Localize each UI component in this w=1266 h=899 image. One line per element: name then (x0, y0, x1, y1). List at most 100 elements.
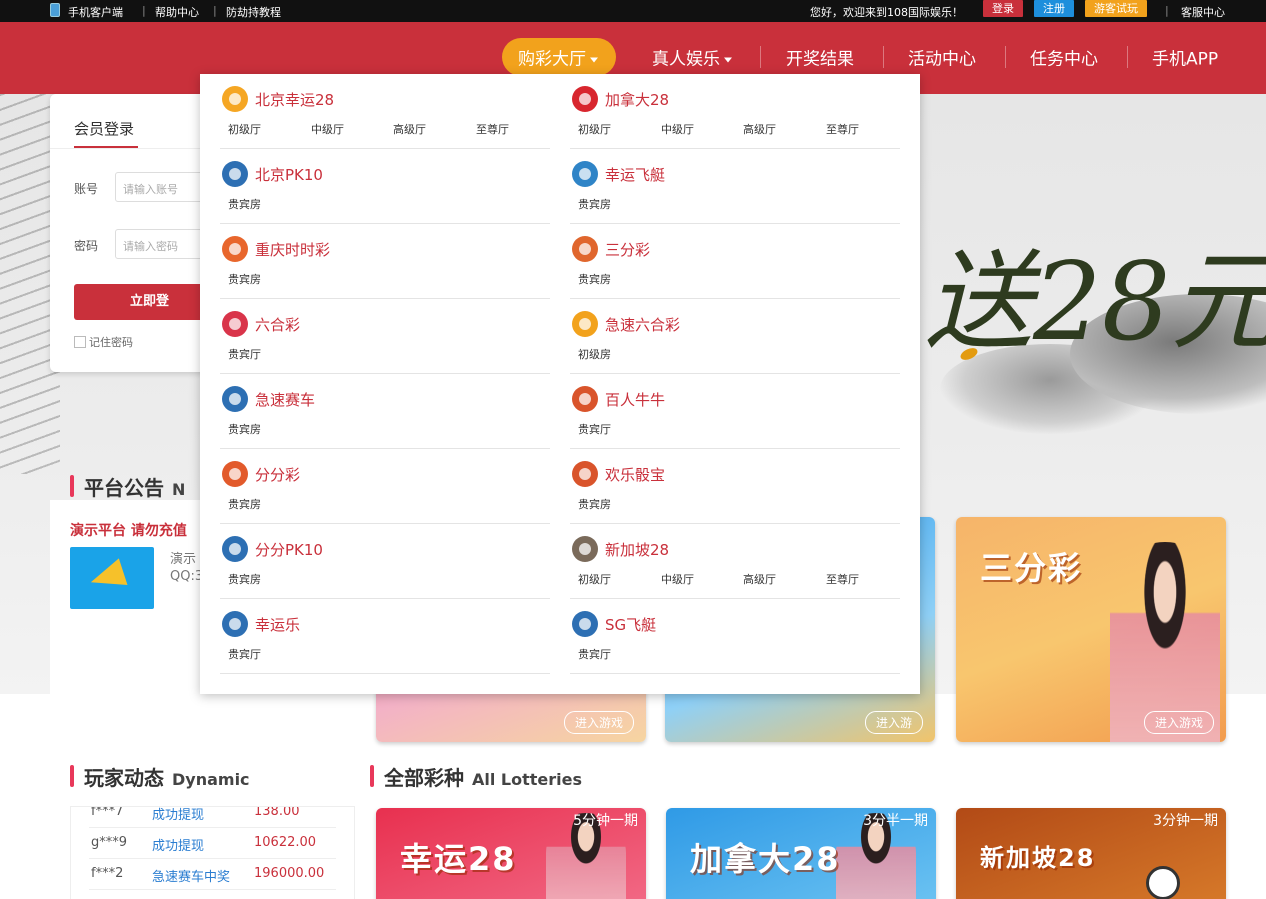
room-link[interactable]: 至尊厅 (476, 121, 509, 137)
room-link[interactable]: 贵宾厅 (228, 646, 261, 662)
nav-item-task-center[interactable]: 任务中心 (1030, 45, 1098, 70)
room-link[interactable]: 至尊厅 (826, 571, 859, 587)
room-link[interactable]: 贵宾房 (578, 196, 611, 212)
dropdown-game-item[interactable]: 六合彩贵宾厅 (220, 299, 550, 374)
dropdown-game-item[interactable]: 欢乐骰宝贵宾房 (570, 449, 900, 524)
dropdown-game-name[interactable]: 幸运飞艇 (605, 164, 665, 185)
canada-flag-icon (572, 86, 598, 112)
nav-item-draw-results[interactable]: 开奖结果 (786, 45, 854, 70)
section-marker (70, 765, 74, 787)
dropdown-game-item[interactable]: 三分彩贵宾房 (570, 224, 900, 299)
dropdown-game-name[interactable]: 重庆时时彩 (255, 239, 330, 260)
dropdown-game-item[interactable]: 北京PK10 贵宾房 (220, 149, 550, 224)
dropdown-game-item[interactable]: 幸运乐贵宾厅 (220, 599, 550, 674)
bull-icon (572, 386, 598, 412)
list-item: g***9 成功提现 10622.00 (71, 828, 354, 859)
dropdown-game-name[interactable]: 北京PK10 (255, 164, 323, 185)
separator: | (142, 4, 146, 17)
room-link[interactable]: 贵宾厅 (578, 421, 611, 437)
room-link[interactable]: 高级厅 (743, 571, 776, 587)
dropdown-game-item[interactable]: 分分PK10 贵宾房 (220, 524, 550, 599)
anti-hijack-link[interactable]: 防劫持教程 (226, 4, 281, 20)
room-link[interactable]: 初级厅 (228, 121, 261, 137)
room-link[interactable]: 贵宾房 (228, 421, 261, 437)
enter-game-button[interactable]: 进入游戏 (563, 711, 634, 734)
mobile-client-link[interactable]: 手机客户端 (68, 4, 123, 20)
login-button[interactable]: 登录 (983, 0, 1023, 17)
nav-item-activity-center[interactable]: 活动中心 (908, 45, 976, 70)
nav-item-mobile-app[interactable]: 手机APP (1152, 45, 1218, 70)
nav-divider (760, 46, 761, 68)
room-link[interactable]: 贵宾房 (228, 496, 261, 512)
room-link[interactable]: 中级厅 (661, 121, 694, 137)
dropdown-game-name[interactable]: 急速赛车 (255, 389, 315, 410)
dynamic-title: 玩家动态 Dynamic (84, 766, 250, 790)
checkbox[interactable] (74, 336, 86, 348)
dropdown-game-item[interactable]: 重庆时时彩贵宾房 (220, 224, 550, 299)
game-card-sanfencai[interactable]: 三分彩 进入游戏 (956, 517, 1226, 742)
dropdown-game-name[interactable]: 新加坡28 (605, 539, 669, 560)
dropdown-game-item[interactable]: 加拿大28 初级厅 中级厅 高级厅 至尊厅 (570, 74, 900, 149)
draw-period: 5分钟一期 (573, 813, 638, 829)
help-center-link[interactable]: 帮助中心 (155, 4, 199, 20)
nav-item-live-casino[interactable]: 真人娱乐 (652, 45, 732, 70)
room-link[interactable]: 初级厅 (578, 571, 611, 587)
dropdown-game-name[interactable]: 欢乐骰宝 (605, 464, 665, 485)
dropdown-game-item[interactable]: SG飞艇贵宾厅 (570, 599, 900, 674)
room-link[interactable]: 贵宾厅 (578, 646, 611, 662)
cartoon-icon (222, 86, 248, 112)
room-link[interactable]: 中级厅 (661, 571, 694, 587)
dropdown-game-name[interactable]: 六合彩 (255, 314, 300, 335)
notice-headline[interactable]: 演示平台 请勿充值 (70, 520, 187, 540)
dropdown-game-item[interactable]: 新加坡28 初级厅 中级厅 高级厅 至尊厅 (570, 524, 900, 599)
register-button[interactable]: 注册 (1034, 0, 1074, 17)
room-link[interactable]: 高级厅 (393, 121, 426, 137)
room-link[interactable]: 贵宾房 (228, 271, 261, 287)
dropdown-game-name[interactable]: SG飞艇 (605, 614, 656, 635)
dropdown-game-name[interactable]: 幸运乐 (255, 614, 300, 635)
room-link[interactable]: 初级房 (578, 346, 611, 362)
dropdown-game-item[interactable]: 幸运飞艇贵宾房 (570, 149, 900, 224)
lotteries-title: 全部彩种 All Lotteries (384, 766, 583, 790)
room-link[interactable]: 贵宾房 (578, 271, 611, 287)
enter-game-button[interactable]: 进入游戏 (1143, 711, 1214, 734)
login-title: 会员登录 (74, 120, 135, 138)
lottery-card-canada28[interactable]: 加拿大28 3分半一期 (666, 808, 936, 899)
enter-game-button[interactable]: 进入游 (864, 711, 923, 734)
dropdown-game-name[interactable]: 北京幸运28 (255, 89, 334, 110)
game-card-title: 三分彩 (980, 549, 1083, 587)
dropdown-game-item[interactable]: 急速六合彩初级房 (570, 299, 900, 374)
dropdown-game-name[interactable]: 急速六合彩 (605, 314, 680, 335)
room-link[interactable]: 初级厅 (578, 121, 611, 137)
dropdown-game-item[interactable]: 北京幸运28 初级厅 中级厅 高级厅 至尊厅 (220, 74, 550, 149)
dropdown-game-item[interactable]: 百人牛牛贵宾厅 (570, 374, 900, 449)
lottery-card-title: 新加坡28 (980, 844, 1096, 872)
boat-icon (572, 161, 598, 187)
dropdown-game-name[interactable]: 加拿大28 (605, 89, 669, 110)
room-link[interactable]: 高级厅 (743, 121, 776, 137)
nav-item-lottery-hall[interactable]: 购彩大厅 (518, 45, 598, 70)
room-link[interactable]: 至尊厅 (826, 121, 859, 137)
dropdown-game-name[interactable]: 分分PK10 (255, 539, 323, 560)
lottery-card-title: 加拿大28 (690, 840, 841, 878)
room-link[interactable]: 贵宾房 (578, 496, 611, 512)
room-link[interactable]: 贵宾厅 (228, 346, 261, 362)
separator: | (1165, 4, 1169, 17)
nav-divider (883, 46, 884, 68)
dropdown-game-name[interactable]: 分分彩 (255, 464, 300, 485)
racing-icon (572, 611, 598, 637)
dropdown-game-item[interactable]: 急速赛车贵宾房 (220, 374, 550, 449)
lottery-card-xingyun28[interactable]: 幸运28 5分钟一期 (376, 808, 646, 899)
room-link[interactable]: 中级厅 (311, 121, 344, 137)
list-item: f***7 成功提现 138.00 (71, 807, 354, 828)
guest-trial-button[interactable]: 游客试玩 (1085, 0, 1147, 17)
room-link[interactable]: 贵宾房 (228, 571, 261, 587)
dropdown-game-name[interactable]: 三分彩 (605, 239, 650, 260)
lottery-card-singapore28[interactable]: 新加坡28 3分钟一期 (956, 808, 1226, 899)
dropdown-game-item[interactable]: 分分彩贵宾房 (220, 449, 550, 524)
account-label: 账号 (74, 182, 99, 196)
customer-service-link[interactable]: 客服中心 (1181, 4, 1225, 20)
remember-password[interactable]: 记住密码 (74, 334, 133, 350)
room-link[interactable]: 贵宾房 (228, 196, 261, 212)
dropdown-game-name[interactable]: 百人牛牛 (605, 389, 665, 410)
